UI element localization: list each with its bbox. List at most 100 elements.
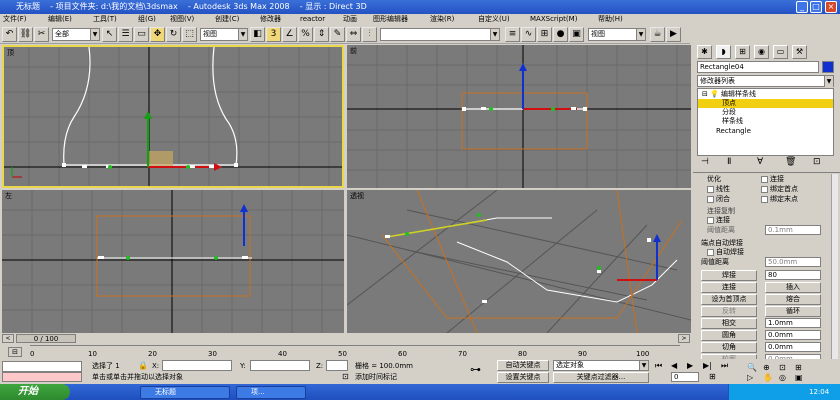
orbit-icon[interactable]: ◎ (779, 373, 786, 382)
menu-file[interactable]: 文件(F) (3, 14, 27, 25)
remove-modifier-icon[interactable]: 🗑 (785, 157, 796, 167)
curve-editor-icon[interactable]: ∿ (521, 27, 536, 42)
slider-left-arrow-icon[interactable]: < (2, 334, 14, 343)
select-link-icon[interactable]: ⛓ (18, 27, 33, 42)
select-object-icon[interactable]: ↖ (102, 27, 117, 42)
fillet-button[interactable]: 圆角 (701, 330, 757, 341)
connect-checkbox[interactable]: 连接 (761, 175, 784, 184)
menu-graph-editors[interactable]: 图形编辑器 (373, 14, 408, 25)
menu-create[interactable]: 创建(C) (215, 14, 239, 25)
set-first-vertex-button[interactable]: 设为首顶点 (701, 294, 757, 305)
viewport-perspective[interactable]: 透视 (347, 190, 691, 333)
menu-customize[interactable]: 自定义(U) (478, 14, 510, 25)
time-slider-thumb[interactable]: 0 / 100 (16, 334, 76, 343)
weld-threshold-spinner[interactable]: 50.0mm (765, 257, 821, 267)
set-key-button[interactable]: 设置关键点 (497, 372, 549, 383)
undo-icon[interactable]: ↶ (2, 27, 17, 42)
chamfer-button[interactable]: 切角 (701, 342, 757, 353)
insert-button[interactable]: 插入 (765, 282, 821, 293)
connect-button[interactable]: 连接 (701, 282, 757, 293)
fov-icon[interactable]: ▷ (747, 373, 753, 382)
slider-right-arrow-icon[interactable]: > (678, 334, 690, 343)
object-color-swatch[interactable] (822, 61, 834, 73)
menu-view[interactable]: 视图(V) (170, 14, 194, 25)
render-type-dropdown[interactable]: 视图 ▼ (588, 28, 646, 41)
cross-insert-button[interactable]: 相交 (701, 318, 757, 329)
bind-first-checkbox[interactable]: 绑定首点 (761, 185, 798, 194)
closed-checkbox[interactable]: 闭合 (707, 195, 730, 204)
selection-filter-dropdown[interactable]: 全部 ▼ (52, 28, 100, 41)
cycle-button[interactable]: 循环 (765, 306, 821, 317)
menu-modifiers[interactable]: 修改器 (260, 14, 281, 25)
object-name-field[interactable]: Rectangle04 (697, 61, 819, 73)
panel-scrollbar[interactable] (831, 174, 838, 366)
show-end-result-icon[interactable]: Ⅱ (727, 157, 731, 167)
track-bar[interactable]: ⊟ 0 10 20 30 40 50 60 70 80 90 100 (0, 345, 693, 359)
material-editor-icon[interactable]: ● (553, 27, 568, 42)
time-config-icon[interactable]: ⊞ (709, 372, 716, 381)
zoom-icon[interactable]: 🔍 (747, 363, 757, 372)
modifier-list-dropdown[interactable]: 修改器列表 ▼ (697, 75, 834, 87)
lock-icon[interactable]: 🔒 (138, 361, 148, 370)
menu-tools[interactable]: 工具(T) (93, 14, 117, 25)
schematic-icon[interactable]: ⊞ (537, 27, 552, 42)
angle-snap-icon[interactable]: ∠ (282, 27, 297, 42)
taskbar-item-project[interactable]: 项... (236, 386, 306, 399)
maxscript-listener[interactable] (2, 361, 82, 372)
close-button[interactable]: × (825, 1, 837, 13)
zoom-extents-icon[interactable]: ⊡ (779, 363, 786, 372)
pin-stack-icon[interactable]: ⊣ (701, 157, 709, 167)
pivot-icon[interactable]: ◧ (250, 27, 265, 42)
auto-key-button[interactable]: 自动关键点 (497, 360, 549, 371)
key-icon[interactable]: ⊶ (470, 363, 481, 376)
bind-last-checkbox[interactable]: 绑定末点 (761, 195, 798, 204)
named-selection-dropdown[interactable]: ▼ (380, 28, 500, 41)
fuse-button[interactable]: 熔合 (765, 294, 821, 305)
stack-item-vertex[interactable]: 顶点 (698, 99, 833, 108)
minimize-button[interactable]: _ (796, 1, 808, 13)
prev-frame-icon[interactable]: ◀ (671, 361, 677, 370)
stack-item-rectangle[interactable]: Rectangle (716, 127, 751, 136)
menu-rendering[interactable]: 渲染(R) (430, 14, 454, 25)
key-filters-button[interactable]: 关键点过滤器... (553, 372, 649, 383)
weld-value-spinner[interactable]: 80 (765, 270, 821, 280)
select-by-name-icon[interactable]: ☰ (118, 27, 133, 42)
time-slider[interactable]: < 0 / 100 > (0, 333, 693, 344)
viewport-front[interactable]: 前 (347, 45, 691, 188)
snap-3d-icon[interactable]: 3 (266, 27, 281, 42)
configure-sets-icon[interactable]: ⊡ (813, 157, 821, 167)
menu-help[interactable]: 帮助(H) (598, 14, 623, 25)
coord-y-field[interactable] (250, 360, 310, 371)
display-tab-icon[interactable]: ▭ (773, 45, 788, 59)
cross-spinner[interactable]: 1.0mm (765, 318, 821, 328)
maximize-button[interactable]: □ (810, 1, 822, 13)
zoom-extents-all-icon[interactable]: ⊞ (795, 363, 802, 372)
viewport-top[interactable]: 顶 (2, 45, 344, 188)
stack-item-edit-spline[interactable]: ⊟ 💡 编辑样条线 (702, 90, 756, 99)
render-setup-icon[interactable]: ▣ (569, 27, 584, 42)
motion-tab-icon[interactable]: ◉ (754, 45, 769, 59)
menu-reactor[interactable]: reactor (300, 14, 325, 25)
track-bar-icon[interactable]: ⊟ (8, 347, 22, 357)
scale-icon[interactable]: ⬚ (182, 27, 197, 42)
maximize-viewport-icon[interactable]: ▣ (795, 373, 803, 382)
key-mode-dropdown[interactable]: 选定对象 ▼ (553, 360, 649, 371)
chamfer-spinner[interactable]: 0.0mm (765, 342, 821, 352)
menu-maxscript[interactable]: MAXScript(M) (530, 14, 577, 25)
render-last-icon[interactable]: ▶ (666, 27, 681, 42)
menu-animation[interactable]: 动画 (343, 14, 357, 25)
goto-end-icon[interactable]: ⏭ (721, 361, 728, 371)
auto-weld-checkbox[interactable]: 自动焊接 (707, 248, 744, 257)
time-tag-icon[interactable]: ⊡ (342, 372, 349, 381)
reverse-button[interactable]: 反转 (701, 306, 757, 317)
start-button[interactable]: 开始 (0, 384, 70, 400)
utilities-tab-icon[interactable]: ⚒ (792, 45, 807, 59)
threshold-spinner[interactable]: 0.1mm (765, 225, 821, 235)
percent-snap-icon[interactable]: % (298, 27, 313, 42)
hierarchy-tab-icon[interactable]: ⊞ (735, 45, 750, 59)
play-icon[interactable]: ▶ (687, 361, 693, 370)
rect-selection-icon[interactable]: ▭ (134, 27, 149, 42)
mirror-icon[interactable]: ⇔ (346, 27, 361, 42)
taskbar-item-untitled[interactable]: 无标题 (140, 386, 230, 399)
align-icon[interactable]: ⫶ (362, 27, 377, 42)
